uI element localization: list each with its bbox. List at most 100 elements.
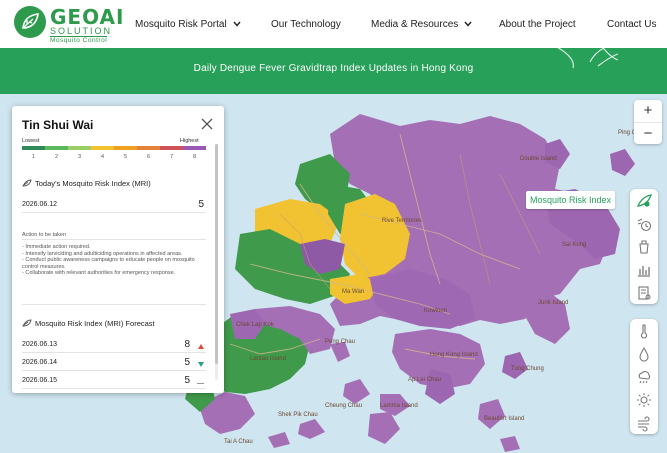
today-heading-text: Today’s Mosquito Risk Index (MRI) [35, 179, 151, 188]
trend-down-icon [198, 362, 204, 367]
close-icon[interactable] [200, 117, 214, 131]
scale-segment [68, 146, 91, 150]
scale-number: 6 [146, 154, 151, 160]
scale-segment [137, 146, 160, 150]
map-label: Peng Chau [325, 339, 356, 345]
scrollbar-thumb[interactable] [215, 144, 218, 364]
scale-segment [160, 146, 183, 150]
leaf-logo-icon [14, 6, 46, 38]
today-row: 2026.06.12 5 [22, 199, 206, 213]
sunshine-button[interactable] [630, 388, 658, 411]
risk-scale-bar [22, 146, 206, 150]
layer-tooltip: Mosquito Risk Index [526, 191, 616, 209]
action-item: - Conduct public awareness campaigns to … [22, 257, 195, 270]
humidity-button[interactable] [630, 342, 658, 365]
nav-contact-us[interactable]: Contact Us [607, 0, 656, 48]
scale-low-label: Lowest [22, 138, 40, 144]
trend-up-icon [198, 344, 204, 349]
map-label: Kowloon [424, 308, 448, 314]
zoom-in-button[interactable]: + [634, 100, 662, 122]
zoom-out-button[interactable]: − [634, 122, 662, 144]
panel-title: Tin Shui Wai [22, 118, 94, 132]
map-label: Ma Wan [342, 289, 365, 295]
scale-segment [183, 146, 206, 150]
nav-mosquito-risk-portal[interactable]: Mosquito Risk Portal [135, 0, 241, 48]
risk-scale-numbers: 1 2 3 4 5 6 7 8 [22, 154, 206, 160]
map-label: Tung Chung [511, 366, 544, 372]
action-label: Action to be taken [22, 232, 67, 238]
divider [22, 304, 206, 305]
logo-title: GEOAI [50, 5, 125, 29]
scale-segment [91, 146, 114, 150]
today-date: 2026.06.12 [22, 201, 58, 208]
nav-our-technology[interactable]: Our Technology [271, 0, 341, 48]
site-header: GEOAI SOLUTION Mosquito Control Mosquito… [0, 0, 667, 48]
scale-number: 4 [100, 154, 105, 160]
nav-label: Our Technology [271, 18, 341, 30]
logo-subtitle: SOLUTION [50, 26, 113, 36]
chart-icon [638, 265, 650, 277]
weather-toolbar [630, 319, 658, 434]
report-button[interactable] [630, 281, 658, 304]
map-label: Lantau Island [250, 356, 287, 362]
map-label: Chek Lap Kok [236, 322, 274, 328]
forecast-value: 8 [184, 339, 190, 350]
mosquito-risk-index-button[interactable] [630, 189, 658, 212]
map-label: Junk Island [538, 300, 569, 306]
wind-button[interactable] [630, 411, 658, 434]
scale-number: 8 [192, 154, 197, 160]
nav-label: Contact Us [607, 18, 657, 30]
nav-media-resources[interactable]: Media & Resources [371, 0, 472, 48]
logo[interactable]: GEOAI SOLUTION Mosquito Control [14, 6, 124, 44]
banner-text: Daily Dengue Fever Gravidtrap Index Upda… [193, 63, 474, 74]
zoom-control: + − [634, 100, 662, 144]
panel-scrollbar[interactable] [215, 144, 218, 380]
map-label: Ap Lei Chau [408, 377, 442, 383]
nav-label: About the Project [499, 18, 576, 30]
layer-toolbar [630, 189, 658, 304]
map-label: Cheung Chau [325, 403, 363, 409]
district-panel: Tin Shui Wai Lowest Highest 1 2 3 4 5 6 7 8 Tod… [12, 106, 224, 393]
scale-segment [114, 146, 137, 150]
map-label: Tai A Chau [224, 439, 253, 445]
rainfall-button[interactable] [630, 365, 658, 388]
scale-segment [45, 146, 68, 150]
scale-high-label: Highest [180, 138, 199, 144]
nav-label: Mosquito Risk Portal [135, 18, 227, 30]
history-icon [637, 218, 652, 231]
mosquito-icon [636, 193, 652, 207]
temperature-button[interactable] [630, 319, 658, 342]
map-label: Beaufort Island [484, 416, 525, 422]
map-label: Double Island [520, 156, 557, 162]
chevron-down-icon [464, 19, 472, 29]
today-value: 5 [198, 199, 204, 210]
page-root: GEOAI SOLUTION Mosquito Control Mosquito… [0, 0, 667, 453]
nav-about-the-project[interactable]: About the Project [499, 0, 576, 48]
forecast-date: 2026.06.13 [22, 341, 58, 348]
forecast-heading: Mosquito Risk Index (MRI) Forecast [22, 319, 155, 328]
wind-icon [638, 415, 650, 432]
divider [22, 239, 206, 240]
nav-label: Media & Resources [371, 18, 459, 30]
humidity-icon [639, 346, 649, 362]
mosquito-icon [22, 179, 32, 187]
rain-icon [638, 370, 651, 383]
sun-icon [637, 392, 651, 407]
scale-number: 5 [123, 154, 128, 160]
map-label: Hong Kong Island [430, 352, 478, 358]
mosquito-icon [22, 319, 32, 327]
forecast-row: 2026.06.15 5 [22, 375, 206, 389]
statistics-button[interactable] [630, 258, 658, 281]
map-label: Rive Territories [382, 218, 422, 224]
scale-segment [22, 146, 45, 150]
map-label: Shek Pik Chau [278, 412, 318, 418]
forecast-date: 2026.06.15 [22, 377, 58, 384]
history-button[interactable] [630, 212, 658, 235]
trap-button[interactable] [630, 235, 658, 258]
scale-number: 1 [31, 154, 36, 160]
scale-number: 3 [77, 154, 82, 160]
forecast-heading-text: Mosquito Risk Index (MRI) Forecast [35, 319, 155, 328]
map-label: Lamma Island [380, 403, 418, 409]
action-list: - Immediate action required. - Intensify… [22, 244, 204, 277]
scale-number: 7 [169, 154, 174, 160]
